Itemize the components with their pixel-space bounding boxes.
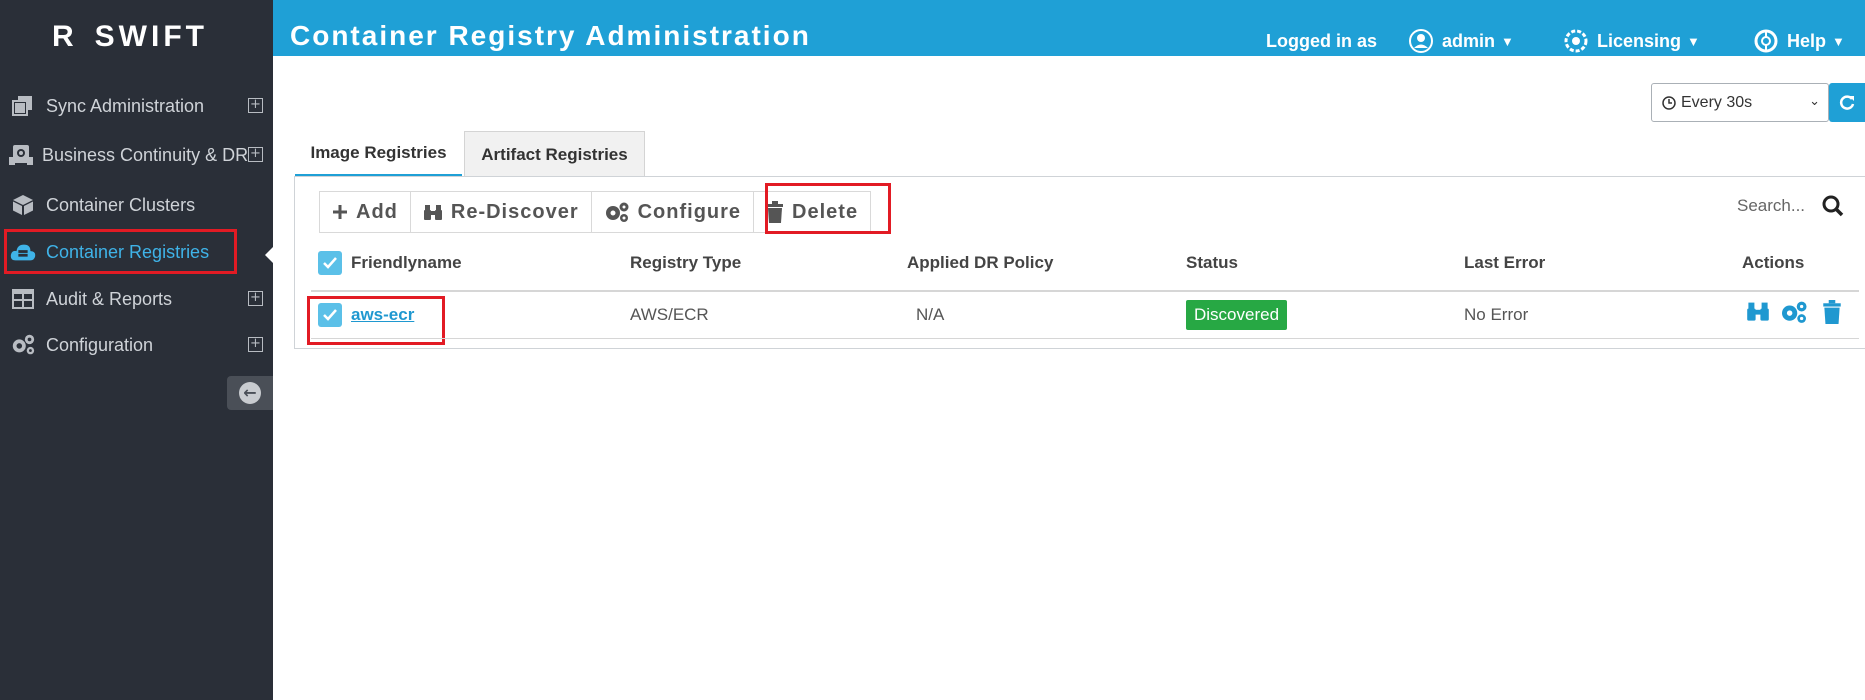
logo-mark: R xyxy=(52,20,75,53)
refresh-interval-select[interactable]: Every 30s ⌄ xyxy=(1651,83,1829,122)
sidebar: R SWIFT Sync Administration + Business C… xyxy=(0,0,273,700)
configure-label: Configure xyxy=(637,200,742,223)
expand-icon[interactable]: + xyxy=(248,291,263,306)
expand-icon[interactable]: + xyxy=(248,337,263,352)
app-logo[interactable]: R SWIFT xyxy=(52,20,208,54)
gears-icon xyxy=(604,201,630,223)
add-button[interactable]: Add xyxy=(320,192,411,232)
help-menu[interactable]: Help ▼ xyxy=(1753,28,1845,54)
sidebar-item-audit-reports[interactable]: Audit & Reports + xyxy=(0,278,273,320)
sidebar-item-container-clusters[interactable]: Container Clusters xyxy=(0,184,273,226)
column-header-actions: Actions xyxy=(1742,253,1805,272)
rediscover-button[interactable]: Re-Discover xyxy=(410,192,592,232)
tab-image-registries[interactable]: Image Registries xyxy=(295,131,462,177)
sidebar-item-configuration[interactable]: Configuration + xyxy=(0,324,273,366)
cube-icon xyxy=(10,192,36,218)
sidebar-item-label: Configuration xyxy=(46,334,154,355)
delete-action-icon[interactable] xyxy=(1822,300,1842,329)
licensing-label: Licensing xyxy=(1597,30,1682,51)
sidebar-item-label: Business Continuity & DR xyxy=(42,144,249,165)
expand-icon[interactable]: + xyxy=(248,98,263,113)
top-header: Container Registry Administration Logged… xyxy=(273,0,1865,56)
registry-type-cell: AWS/ECR xyxy=(630,305,709,324)
column-header-registry-type[interactable]: Registry Type xyxy=(630,253,741,273)
licensing-icon xyxy=(1563,28,1589,54)
bcdr-icon xyxy=(8,142,34,168)
column-header-dr-policy[interactable]: Applied DR Policy xyxy=(907,253,1053,273)
username: admin xyxy=(1442,30,1496,51)
logged-in-label: Logged in as xyxy=(1266,31,1378,51)
refresh-button[interactable] xyxy=(1829,83,1865,122)
column-header-status[interactable]: Status xyxy=(1186,253,1238,273)
help-label: Help xyxy=(1787,30,1827,51)
expand-icon[interactable]: + xyxy=(248,147,263,162)
refresh-interval-value: Every 30s xyxy=(1681,93,1753,111)
chevron-down-icon: ▼ xyxy=(1832,33,1845,49)
user-icon xyxy=(1408,28,1434,54)
highlight-box xyxy=(765,183,891,234)
plus-icon xyxy=(332,204,348,220)
licensing-menu[interactable]: Licensing ▼ xyxy=(1563,28,1700,54)
arrow-left-icon: ← xyxy=(239,382,261,404)
highlight-box xyxy=(4,229,237,274)
gears-icon xyxy=(10,332,36,358)
sidebar-item-sync-administration[interactable]: Sync Administration + xyxy=(0,85,273,127)
rediscover-action-icon[interactable] xyxy=(1746,300,1770,327)
clock-icon xyxy=(1662,95,1676,110)
column-header-last-error[interactable]: Last Error xyxy=(1464,253,1545,273)
sidebar-item-business-continuity[interactable]: Business Continuity & DR + xyxy=(0,134,273,176)
sidebar-item-label: Sync Administration xyxy=(46,95,205,116)
copy-icon xyxy=(10,93,36,119)
select-all-checkbox[interactable] xyxy=(318,251,342,275)
lifebuoy-icon xyxy=(1753,28,1779,54)
configure-button[interactable]: Configure xyxy=(591,192,755,232)
check-icon xyxy=(323,257,337,269)
binoculars-icon xyxy=(423,203,443,221)
table-row-divider xyxy=(311,338,1859,339)
last-error-cell: No Error xyxy=(1464,305,1529,324)
sidebar-item-label: Audit & Reports xyxy=(46,288,173,309)
column-header-friendlyname[interactable]: Friendlyname xyxy=(351,253,462,273)
table-header-divider xyxy=(311,290,1859,292)
dr-policy-cell: N/A xyxy=(916,305,945,324)
rediscover-label: Re-Discover xyxy=(450,200,579,223)
refresh-icon xyxy=(1838,94,1856,112)
user-menu[interactable]: admin ▼ xyxy=(1408,28,1514,54)
logo-text: SWIFT xyxy=(94,20,208,53)
sidebar-item-label: Container Clusters xyxy=(46,194,196,215)
chevron-down-icon: ▼ xyxy=(1687,33,1700,49)
configure-action-icon[interactable] xyxy=(1779,300,1809,329)
active-indicator xyxy=(265,247,273,263)
status-badge: Discovered xyxy=(1186,300,1288,330)
search-icon[interactable] xyxy=(1822,195,1844,222)
collapse-sidebar-button[interactable]: ← xyxy=(227,376,273,410)
table-icon xyxy=(10,286,36,312)
page-title: Container Registry Administration xyxy=(290,20,811,51)
tab-artifact-registries[interactable]: Artifact Registries xyxy=(464,131,645,177)
chevron-down-icon: ⌄ xyxy=(1809,93,1820,108)
add-label: Add xyxy=(356,200,398,223)
chevron-down-icon: ▼ xyxy=(1501,33,1514,49)
